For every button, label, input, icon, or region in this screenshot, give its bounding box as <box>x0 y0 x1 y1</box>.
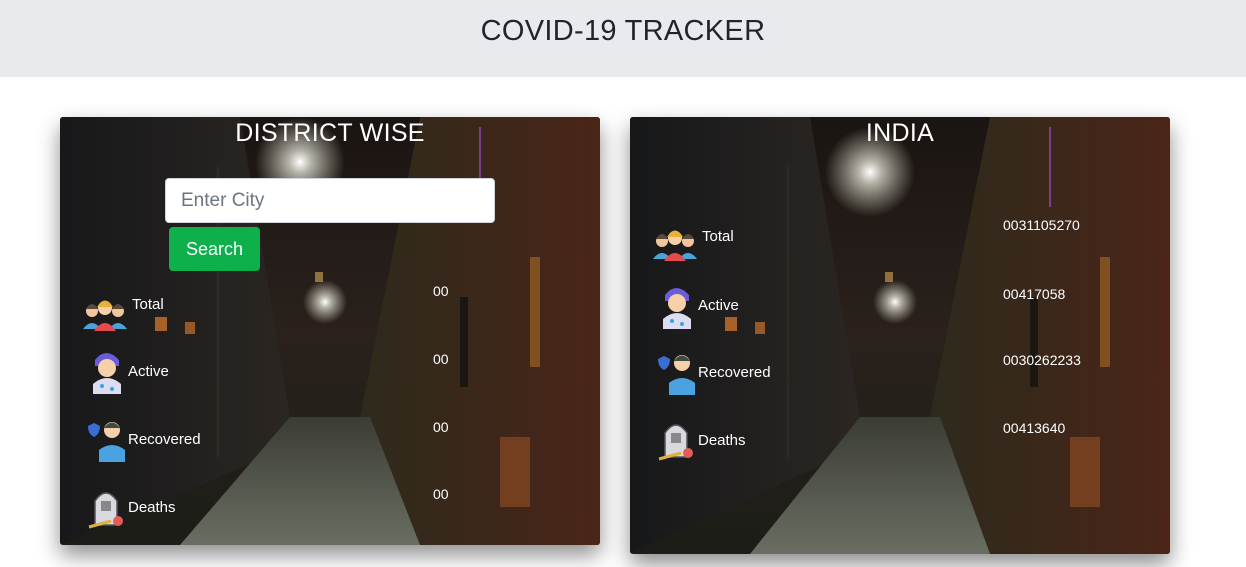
stat-label: Deaths <box>698 432 746 449</box>
search-button[interactable]: Search <box>169 227 260 271</box>
india-stat-deaths: Deaths 00413640 <box>630 417 1170 467</box>
group-of-people-icon <box>83 300 127 331</box>
recovered-person-shield-icon <box>88 422 125 462</box>
infected-person-icon <box>663 288 691 329</box>
stat-label: Deaths <box>128 499 176 516</box>
stat-label: Active <box>698 297 739 314</box>
stat-label: Recovered <box>128 431 201 448</box>
stat-label: Recovered <box>698 364 771 381</box>
stat-label: Total <box>702 228 734 245</box>
district-stat-recovered: Recovered 00 <box>60 416 600 466</box>
stat-value: 00417058 <box>1003 286 1066 302</box>
city-search-input[interactable] <box>165 178 495 223</box>
recovered-person-shield-icon <box>658 355 695 395</box>
district-stat-active: Active 00 <box>60 348 600 398</box>
district-stat-total: Total 00 <box>60 283 600 343</box>
infected-person-icon <box>93 353 121 394</box>
stat-label: Active <box>128 363 169 380</box>
india-stat-active: Active 00417058 <box>630 283 1170 333</box>
district-stat-deaths: Deaths 00 <box>60 485 600 535</box>
stat-label: Total <box>132 296 164 313</box>
india-stat-total: Total 0031105270 <box>630 217 1170 273</box>
stat-value: 00 <box>433 419 449 435</box>
alley-background-image <box>630 117 1170 554</box>
stat-value: 0031105270 <box>1003 217 1080 233</box>
india-card: INDIA Total 0031105270 Active 00417058 R… <box>630 117 1170 554</box>
district-heading: DISTRICT WISE <box>235 119 425 147</box>
gravestone-icon <box>658 424 693 461</box>
district-card: DISTRICT WISE Search Total 00 Active 00 … <box>60 117 600 545</box>
stat-value: 00413640 <box>1003 420 1066 436</box>
header-bar: COVID-19 TRACKER <box>0 0 1246 77</box>
india-stat-recovered: Recovered 0030262233 <box>630 349 1170 399</box>
stat-value: 00 <box>433 283 449 299</box>
india-heading: INDIA <box>865 119 935 147</box>
stat-value: 00 <box>433 486 449 502</box>
gravestone-icon <box>88 492 123 529</box>
stat-value: 0030262233 <box>1003 352 1081 368</box>
stat-value: 00 <box>433 351 449 367</box>
group-of-people-icon <box>653 230 697 261</box>
page-title: COVID-19 TRACKER <box>480 15 766 47</box>
